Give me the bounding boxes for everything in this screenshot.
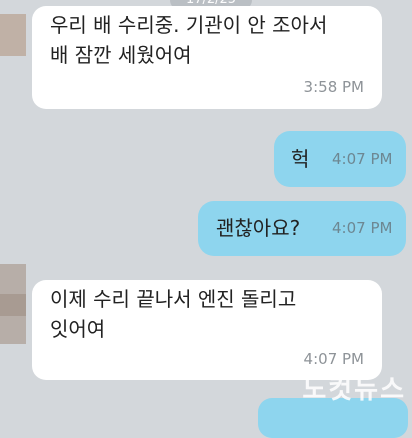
message-timestamp: 4:07 PM <box>332 150 393 168</box>
message-text: 우리 배 수리중. 기관이 안 조아서 배 잠깐 세웠어여 <box>50 13 328 67</box>
sender-avatar[interactable] <box>0 264 26 344</box>
message-text: 헉 <box>291 147 310 171</box>
outgoing-message-bubble[interactable]: 헉 4:07 PM <box>274 131 406 187</box>
chat-thread[interactable]: 17/2/25 우리 배 수리중. 기관이 안 조아서 배 잠깐 세웠어여 3:… <box>0 0 412 438</box>
outgoing-message-bubble[interactable]: 괜찮아요? 4:07 PM <box>198 201 406 256</box>
sender-avatar[interactable] <box>0 14 26 56</box>
incoming-message-bubble[interactable]: 이제 수리 끝나서 엔진 돌리고 잇어여 4:07 PM <box>32 280 382 380</box>
message-timestamp: 4:07 PM <box>303 350 364 368</box>
watermark-logo: 노컷뉴스 <box>302 375 406 405</box>
message-text: 괜찮아요? <box>216 216 301 240</box>
message-text: 이제 수리 끝나서 엔진 돌리고 잇어여 <box>50 287 297 341</box>
incoming-message-bubble[interactable]: 우리 배 수리중. 기관이 안 조아서 배 잠깐 세웠어여 3:58 PM <box>32 6 382 109</box>
message-timestamp: 4:07 PM <box>332 219 393 237</box>
message-timestamp: 3:58 PM <box>303 78 364 96</box>
